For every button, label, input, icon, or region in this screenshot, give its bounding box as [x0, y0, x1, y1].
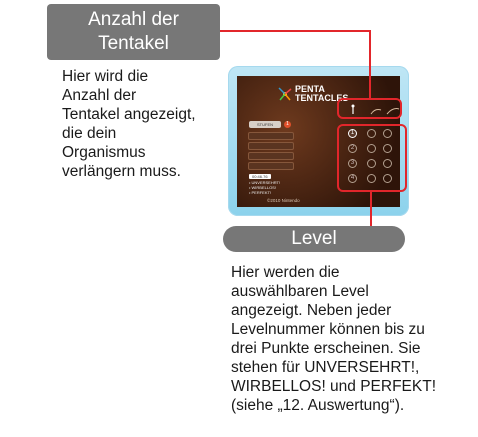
desc-line: (siehe „12. Auswertung“).: [231, 397, 405, 414]
copyright-text: ©2010 Nintendo: [267, 198, 300, 203]
desc-line: Hier wird die: [62, 68, 149, 85]
desc-line: Hier werden die: [231, 264, 340, 281]
desc-line: stehen für UNVERSEHRT!,: [231, 359, 420, 376]
connector-line: [370, 192, 372, 226]
tentacle-description: Hier wird die Anzahl der Tentakel angeze…: [62, 67, 232, 181]
score-info: 00:46.76 • UNVERSEHRT! • WIRBELLOS! • PE…: [249, 174, 297, 198]
level-highlight-frame: [337, 124, 407, 192]
menu-item[interactable]: [248, 152, 294, 160]
desc-line: Organismus: [62, 144, 146, 161]
level-label: Level: [223, 226, 405, 252]
menu-item[interactable]: [248, 162, 294, 170]
desc-line: auswählbaren Level: [231, 283, 369, 300]
connector-line: [369, 30, 371, 99]
stage-number-badge: 1: [284, 121, 291, 128]
pentatentacles-logo-icon: [278, 87, 292, 101]
legend-perfekt: • PERFEKT!: [249, 190, 272, 195]
desc-line: verlängern muss.: [62, 163, 181, 180]
connector-line: [220, 30, 371, 32]
menu-item[interactable]: [248, 142, 294, 150]
tentacle-highlight-frame: [337, 98, 402, 119]
desc-line: WIRBELLOS! und PERFEKT!: [231, 378, 437, 395]
desc-line: Anzahl der: [62, 87, 137, 104]
desc-line: angezeigt. Neben jeder: [231, 302, 392, 319]
tentacle-count-label: Anzahl der Tentakel: [47, 4, 220, 60]
stage-button[interactable]: STUFEN: [249, 121, 281, 128]
desc-line: drei Punkte erscheinen. Sie: [231, 340, 421, 357]
desc-line: die dein: [62, 125, 117, 142]
desc-line: Levelnummer können bis zu: [231, 321, 425, 338]
level-description: Hier werden die auswählbaren Level angez…: [231, 263, 476, 415]
menu-item[interactable]: [248, 132, 294, 140]
tentacle-label-line-2: Tentakel: [98, 33, 169, 54]
tentacle-label-line-1: Anzahl der: [88, 9, 179, 30]
desc-line: Tentakel angezeigt,: [62, 106, 196, 123]
best-time: 00:46.76: [249, 174, 271, 179]
